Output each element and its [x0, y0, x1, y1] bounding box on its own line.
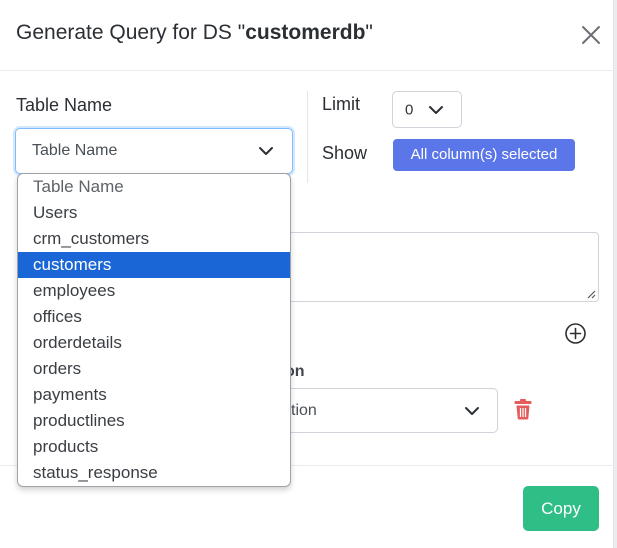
- show-label: Show: [322, 143, 368, 163]
- option-table-name[interactable]: Table Name: [18, 174, 290, 200]
- option-customers[interactable]: customers: [18, 252, 290, 278]
- copy-button[interactable]: Copy: [523, 486, 599, 531]
- option-users[interactable]: Users: [18, 200, 290, 226]
- condition-select-value: tion: [291, 401, 317, 419]
- table-options-list: Table Name Users crm_customers customers…: [18, 174, 290, 486]
- chevron-down-icon: [429, 105, 443, 114]
- chevron-down-icon: [259, 147, 273, 155]
- chevron-down-icon: [465, 406, 479, 415]
- option-payments[interactable]: payments: [18, 382, 290, 408]
- option-products[interactable]: products: [18, 434, 290, 460]
- modal-header: Generate Query for DS "customerdb": [0, 0, 614, 71]
- query-textarea[interactable]: [280, 232, 599, 302]
- limit-value: 0: [405, 101, 414, 118]
- title-suffix: ": [365, 21, 373, 44]
- option-crm-customers[interactable]: crm_customers: [18, 226, 290, 252]
- option-orderdetails[interactable]: orderdetails: [18, 330, 290, 356]
- modal-title: Generate Query for DS "customerdb": [16, 21, 373, 45]
- option-orders[interactable]: orders: [18, 356, 290, 382]
- option-productlines[interactable]: productlines: [18, 408, 290, 434]
- limit-label: Limit: [322, 94, 361, 114]
- resize-grip-icon[interactable]: [586, 289, 596, 299]
- add-condition-icon[interactable]: [564, 322, 587, 345]
- table-name-dropdown: Table Name Users crm_customers customers…: [17, 173, 291, 487]
- option-employees[interactable]: employees: [18, 278, 290, 304]
- generate-query-modal: Generate Query for DS "customerdb" Table…: [0, 0, 614, 548]
- option-status-response[interactable]: status_response: [18, 460, 290, 486]
- close-icon: [582, 26, 600, 44]
- trash-icon[interactable]: [513, 398, 533, 420]
- columns-select-button[interactable]: All column(s) selected: [393, 139, 575, 171]
- limit-select[interactable]: 0: [392, 91, 462, 128]
- table-select-value: Table Name: [32, 142, 118, 159]
- datasource-name: customerdb: [245, 21, 366, 44]
- column-divider: [307, 91, 308, 183]
- table-name-label: Table Name: [16, 95, 113, 115]
- option-offices[interactable]: offices: [18, 304, 290, 330]
- table-name-select[interactable]: Table Name: [15, 128, 293, 174]
- close-button[interactable]: [578, 22, 604, 48]
- title-prefix: Generate Query for DS ": [16, 21, 246, 44]
- condition-select[interactable]: tion: [262, 388, 498, 433]
